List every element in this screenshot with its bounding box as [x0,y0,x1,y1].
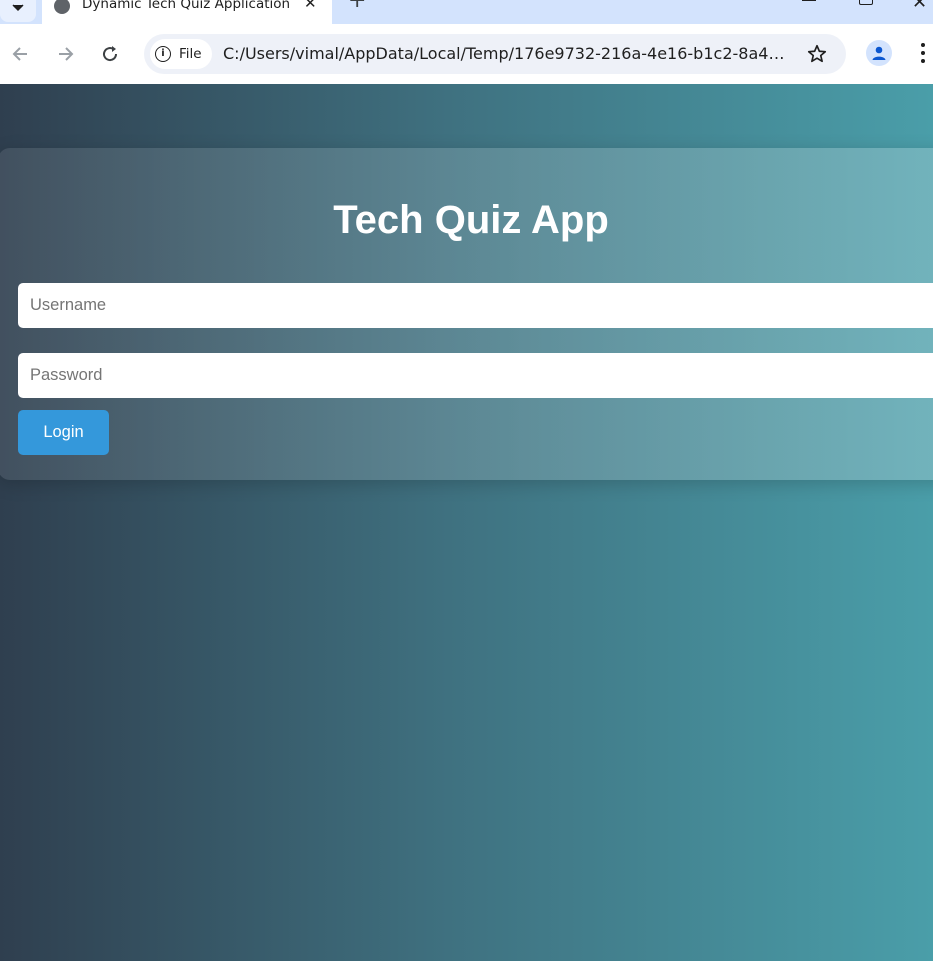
site-info-label: File [179,46,202,62]
username-input[interactable] [18,283,933,328]
page-viewport: Tech Quiz App Login [0,84,933,961]
bookmark-button[interactable] [806,43,828,65]
window-minimize-button[interactable] [798,0,822,14]
address-bar[interactable]: i File C:/Users/vimal/AppData/Local/Temp… [144,34,846,74]
browser-toolbar: i File C:/Users/vimal/AppData/Local/Temp… [0,24,933,84]
login-button[interactable]: Login [18,410,109,455]
tab-title: Dynamic Tech Quiz Application [82,0,291,12]
reload-icon [103,46,118,62]
tab-strip: Dynamic Tech Quiz Application ✕ + ✕ [0,0,933,24]
arrow-left-icon [12,47,27,61]
star-icon [807,44,827,63]
page-title: Tech Quiz App [333,198,609,242]
new-tab-button[interactable]: + [348,0,366,13]
back-button[interactable] [6,40,34,68]
info-icon: i [155,46,171,62]
profile-button[interactable] [866,40,892,66]
site-info-chip[interactable]: i File [150,39,212,69]
login-card: Tech Quiz App Login [0,148,933,480]
tab-close-button[interactable]: ✕ [304,0,317,12]
more-vert-icon[interactable] [912,42,932,64]
url-text[interactable]: C:/Users/vimal/AppData/Local/Temp/176e97… [223,44,793,63]
browser-tab[interactable]: Dynamic Tech Quiz Application ✕ [42,0,332,24]
arrow-right-icon [59,47,74,61]
tab-search-button[interactable] [0,0,36,22]
person-icon [872,46,886,60]
forward-button[interactable] [52,40,80,68]
chevron-down-icon [12,4,24,12]
password-input[interactable] [18,353,933,398]
reload-button[interactable] [96,40,124,68]
globe-icon [54,0,70,14]
window-close-button[interactable]: ✕ [912,0,933,16]
window-maximize-button[interactable] [856,0,880,14]
